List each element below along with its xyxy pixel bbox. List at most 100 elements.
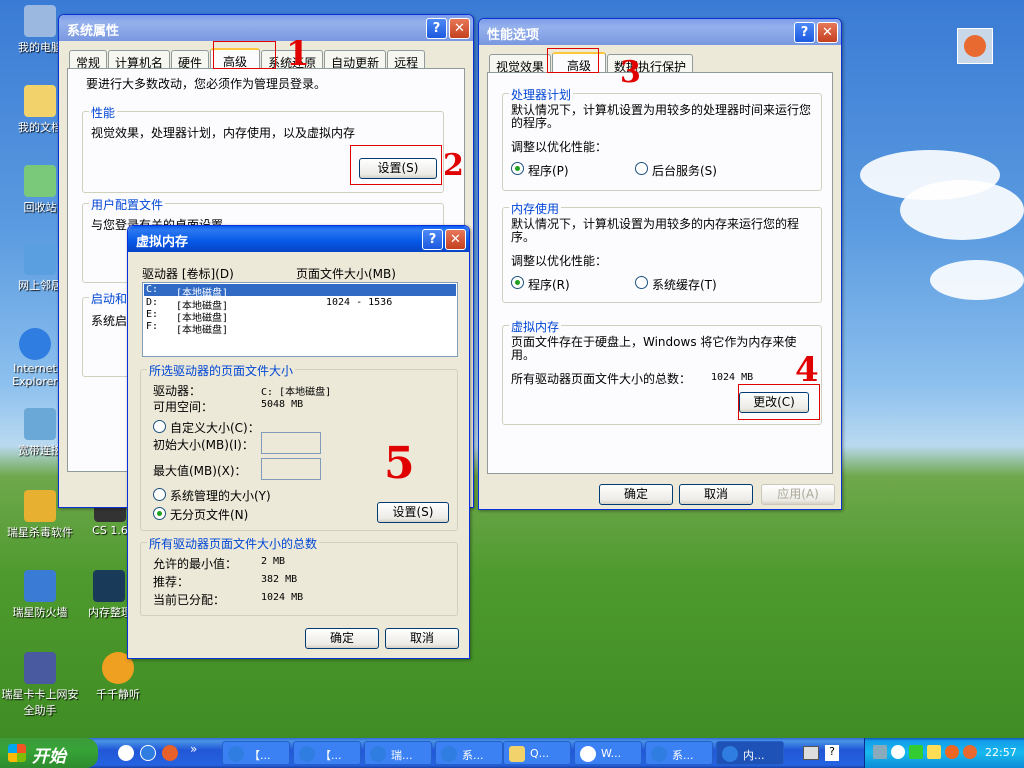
- cancel-button[interactable]: 取消: [385, 628, 459, 649]
- min-allowed-value: 2 MB: [261, 556, 286, 567]
- keyboard-icon[interactable]: [803, 746, 819, 760]
- title-bar[interactable]: 系统属性 ? ✕: [59, 15, 473, 41]
- system-managed-radio[interactable]: [153, 488, 166, 501]
- size-column-header: 页面文件大小(MB): [296, 267, 396, 281]
- list-item-selected[interactable]: C: [本地磁盘]: [144, 284, 456, 299]
- cloud: [930, 260, 1024, 300]
- mem-desc: 默认情况下，计算机设置为用较多的内存来运行您的程序。: [511, 217, 800, 244]
- ok-button[interactable]: 确定: [305, 628, 379, 649]
- taskbar-item[interactable]: W...: [574, 741, 642, 765]
- list-item[interactable]: D: [本地磁盘] 1024 - 1536: [144, 297, 456, 312]
- help-icon[interactable]: ?: [825, 745, 839, 761]
- group-title: 所有驱动器页面文件大小的总数: [147, 535, 320, 552]
- taskbar-item[interactable]: Q...: [503, 741, 571, 765]
- computer-icon: [24, 5, 56, 37]
- performance-desc: 视觉效果，处理器计划，内存使用，以及虚拟内存: [91, 126, 356, 140]
- help-button[interactable]: ?: [794, 22, 815, 43]
- ie-icon: [19, 328, 51, 360]
- start-button[interactable]: 开始: [0, 738, 98, 768]
- annotation-box-perf-advanced: [547, 48, 599, 73]
- ok-button[interactable]: 确定: [599, 484, 673, 505]
- custom-size-radio[interactable]: [153, 420, 166, 433]
- group-title: 所选驱动器的页面文件大小: [147, 362, 296, 379]
- cpu-background-radio[interactable]: [635, 162, 648, 175]
- mem-system-cache-label: 系统缓存(T): [652, 278, 717, 292]
- apply-button[interactable]: 应用(A): [761, 484, 835, 505]
- desktop-icon-firewall[interactable]: 瑞星防火墙: [0, 570, 80, 620]
- cancel-button[interactable]: 取消: [679, 484, 753, 505]
- ie-icon: [722, 746, 738, 762]
- admin-note: 要进行大多数改动，您必须作为管理员登录。: [86, 77, 327, 91]
- vm-total-label: 所有驱动器页面文件大小的总数：: [511, 372, 692, 386]
- drive-list[interactable]: C: [本地磁盘] D: [本地磁盘] 1024 - 1536 E: [本地磁盘] F:…: [142, 282, 458, 357]
- list-item[interactable]: F: [本地磁盘]: [144, 321, 456, 336]
- ie-icon[interactable]: [140, 745, 156, 761]
- system-managed-label: 系统管理的大小(Y): [170, 489, 271, 503]
- broadband-icon: [24, 408, 56, 440]
- group-title: 处理器计划: [509, 86, 574, 103]
- drive-column-header: 驱动器 [卷标](D): [142, 267, 234, 281]
- help-button[interactable]: ?: [426, 18, 447, 39]
- max-size-input[interactable]: [261, 458, 321, 480]
- title-bar[interactable]: 性能选项 ? ✕: [479, 19, 841, 45]
- sound-icon[interactable]: [891, 745, 905, 759]
- lion-icon: [24, 490, 56, 522]
- cpu-programs-radio[interactable]: [511, 162, 524, 175]
- windows-logo-icon: [8, 744, 26, 762]
- current-allocated-value: 1024 MB: [261, 592, 304, 603]
- initial-size-label: 初始大小(MB)(I)：: [153, 438, 254, 452]
- no-paging-file-label: 无分页文件(N): [170, 508, 249, 522]
- taskbar-item[interactable]: 系...: [435, 741, 503, 765]
- help-button[interactable]: ?: [422, 229, 443, 250]
- cpu-background-label: 后台服务(S): [652, 164, 717, 178]
- drive-label: 驱动器：: [153, 384, 202, 398]
- group-title: 性能: [89, 104, 118, 121]
- network-icon[interactable]: [873, 745, 887, 759]
- annotation-number-2: 2: [443, 148, 464, 183]
- close-button[interactable]: ✕: [449, 18, 470, 39]
- no-paging-file-radio[interactable]: [153, 507, 166, 520]
- list-item[interactable]: E: [本地磁盘]: [144, 309, 456, 324]
- desktop-icon-kaka[interactable]: 瑞星卡卡上网安全助手: [0, 652, 80, 718]
- vm-total-value: 1024 MB: [711, 372, 754, 383]
- kaka-icon[interactable]: [963, 745, 977, 759]
- drive-value: C: [本地磁盘]: [261, 387, 332, 398]
- mem-adjust-label: 调整以优化性能：: [511, 254, 608, 268]
- annotation-box-settings: [350, 145, 442, 185]
- set-button[interactable]: 设置(S): [377, 502, 449, 523]
- ie-icon: [441, 746, 457, 762]
- initial-size-input[interactable]: [261, 432, 321, 454]
- mem-system-cache-radio[interactable]: [635, 276, 648, 289]
- taskbar-item[interactable]: 瑞...: [364, 741, 432, 765]
- group-title: 用户配置文件: [89, 196, 166, 213]
- kaka-icon: [24, 652, 56, 684]
- close-button[interactable]: ✕: [817, 22, 838, 43]
- system-tray: 22:57: [864, 738, 1024, 768]
- taskbar-item[interactable]: 【...: [293, 741, 361, 765]
- taskbar: 开始 » 【... 【... 瑞... 系... Q... W... 系... …: [0, 738, 1024, 768]
- taskbar-item[interactable]: 【...: [222, 741, 290, 765]
- desktop-icon-ttplayer[interactable]: 千千静听: [78, 652, 158, 702]
- processor-scheduling-group: 处理器计划 默认情况下，计算机设置为用较多的处理器时间来运行您的程序。 调整以优…: [502, 86, 822, 191]
- recommended-value: 382 MB: [261, 574, 298, 585]
- umbrella-icon[interactable]: [909, 745, 923, 759]
- taskbar-item-active[interactable]: 内...: [716, 741, 784, 765]
- chevron-double-right-icon[interactable]: »: [190, 742, 197, 756]
- rising-icon[interactable]: [945, 745, 959, 759]
- recommended-label: 推荐：: [153, 575, 190, 589]
- title-bar[interactable]: 虚拟内存 ? ✕: [128, 226, 469, 252]
- folder-icon: [24, 85, 56, 117]
- free-space-label: 可用空间：: [153, 400, 214, 414]
- mem-programs-radio[interactable]: [511, 276, 524, 289]
- ie-icon: [299, 746, 315, 762]
- floating-widget-icon[interactable]: [957, 28, 993, 64]
- close-button[interactable]: ✕: [445, 229, 466, 250]
- clock[interactable]: 22:57: [985, 746, 1017, 759]
- security-icon[interactable]: [927, 745, 941, 759]
- quicklaunch-app-icon[interactable]: [162, 745, 178, 761]
- group-title: 启动和: [89, 290, 130, 307]
- network-icon: [24, 243, 56, 275]
- taskbar-item[interactable]: 系...: [645, 741, 713, 765]
- desktop-icon-memory[interactable]: 内存整理: [88, 570, 130, 620]
- media-player-icon[interactable]: [118, 745, 134, 761]
